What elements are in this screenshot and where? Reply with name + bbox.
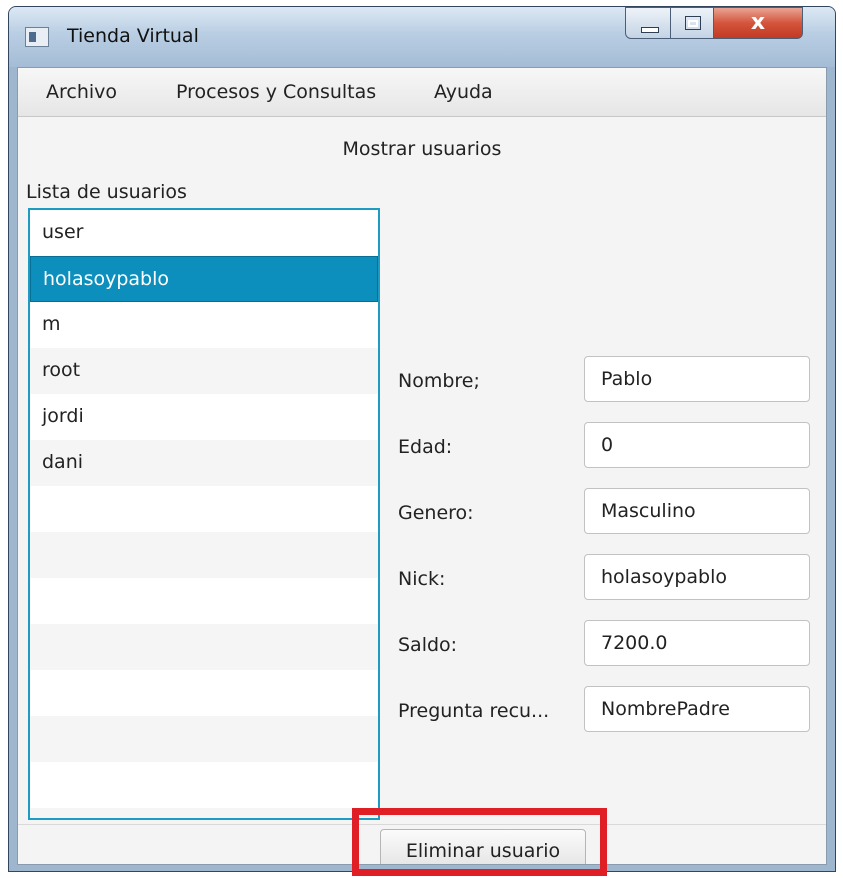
empty-row bbox=[30, 578, 378, 624]
list-item[interactable]: dani bbox=[30, 440, 378, 486]
title-bar[interactable]: Tienda Virtual x bbox=[9, 7, 835, 67]
edad-label: Edad: bbox=[398, 436, 453, 458]
list-item[interactable]: m bbox=[30, 302, 378, 348]
app-window-icon bbox=[25, 27, 49, 47]
list-item-selected[interactable]: holasoypablo bbox=[30, 256, 378, 302]
empty-row bbox=[30, 670, 378, 716]
maximize-icon bbox=[685, 16, 701, 30]
genero-label: Genero: bbox=[398, 502, 474, 524]
empty-row bbox=[30, 532, 378, 578]
close-icon: x bbox=[750, 10, 766, 35]
minimize-icon bbox=[641, 27, 659, 33]
highlight-annotation-box bbox=[352, 808, 607, 876]
menu-ayuda[interactable]: Ayuda bbox=[434, 81, 493, 103]
user-list[interactable]: user holasoypablo m root jordi dani bbox=[28, 208, 380, 820]
close-button[interactable]: x bbox=[713, 7, 803, 39]
nick-field[interactable]: holasoypablo bbox=[584, 554, 810, 600]
empty-row bbox=[30, 624, 378, 670]
pregunta-recuperacion-field[interactable]: NombrePadre bbox=[584, 686, 810, 732]
window-title: Tienda Virtual bbox=[67, 25, 199, 47]
empty-row bbox=[30, 486, 378, 532]
menu-archivo[interactable]: Archivo bbox=[46, 81, 117, 103]
user-list-label: Lista de usuarios bbox=[26, 181, 187, 203]
client-area: Archivo Procesos y Consultas Ayuda Mostr… bbox=[17, 67, 827, 865]
nick-label: Nick: bbox=[398, 568, 446, 590]
app-window: Tienda Virtual x Archivo Procesos y Cons… bbox=[8, 6, 836, 872]
list-item[interactable]: root bbox=[30, 348, 378, 394]
minimize-button[interactable] bbox=[625, 7, 671, 39]
list-item[interactable]: user bbox=[30, 210, 378, 256]
maximize-button[interactable] bbox=[670, 7, 714, 39]
list-item[interactable]: jordi bbox=[30, 394, 378, 440]
nombre-label: Nombre; bbox=[398, 370, 480, 392]
saldo-field[interactable]: 7200.0 bbox=[584, 620, 810, 666]
nombre-field[interactable]: Pablo bbox=[584, 356, 810, 402]
empty-row bbox=[30, 716, 378, 762]
menu-procesos-consultas[interactable]: Procesos y Consultas bbox=[176, 81, 376, 103]
menu-bar: Archivo Procesos y Consultas Ayuda bbox=[18, 68, 826, 117]
pregunta-recuperacion-label: Pregunta recu... bbox=[398, 700, 550, 722]
genero-field[interactable]: Masculino bbox=[584, 488, 810, 534]
saldo-label: Saldo: bbox=[398, 634, 458, 656]
empty-row bbox=[30, 762, 378, 808]
edad-field[interactable]: 0 bbox=[584, 422, 810, 468]
page-title: Mostrar usuarios bbox=[342, 138, 502, 160]
empty-row bbox=[30, 808, 378, 818]
